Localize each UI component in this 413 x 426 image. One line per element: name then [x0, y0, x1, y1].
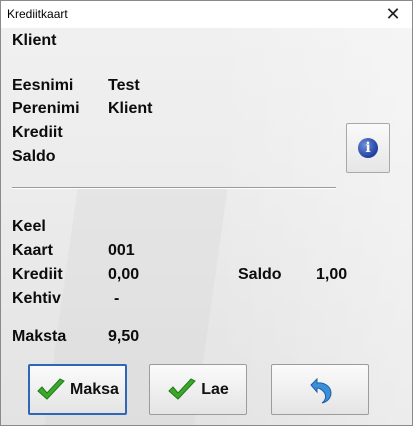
pay-amount-value: 9,50: [108, 328, 140, 345]
valid-value: -: [114, 290, 120, 307]
card-label: Kaart: [12, 242, 53, 259]
card-credit-value: 0,00: [108, 266, 140, 283]
pay-button[interactable]: Maksa: [28, 364, 127, 415]
load-button-label: Lae: [201, 380, 229, 398]
load-button[interactable]: Lae: [149, 364, 247, 415]
window-title: Krediitkaart: [7, 7, 68, 21]
card-credit-label: Krediit: [12, 266, 63, 283]
checkmark-icon: [168, 377, 197, 400]
dialog-body: Klient Eesnimi Test Perenimi Klient Kred…: [1, 28, 412, 425]
undo-arrow-icon: [310, 377, 332, 403]
credit-card-dialog: Krediitkaart ✕ Klient Eesnimi Test Peren…: [0, 0, 413, 426]
info-icon: i: [358, 138, 378, 158]
title-bar: Krediitkaart ✕: [1, 1, 412, 28]
client-credit-label: Krediit: [12, 124, 63, 141]
valid-label: Kehtiv: [12, 290, 61, 307]
divider: [12, 187, 336, 189]
last-name-value: Klient: [108, 100, 153, 117]
client-balance-label: Saldo: [12, 148, 56, 165]
card-balance-label: Saldo: [238, 266, 282, 283]
section-title: Klient: [12, 32, 57, 49]
last-name-label: Perenimi: [12, 100, 80, 117]
checkmark-icon: [37, 377, 65, 400]
pay-button-label: Maksa: [70, 380, 119, 398]
pay-amount-label: Maksta: [12, 328, 67, 345]
first-name-value: Test: [108, 77, 140, 94]
language-label: Keel: [12, 218, 46, 235]
info-button[interactable]: i: [346, 123, 390, 173]
card-number-value: 001: [108, 242, 135, 259]
undo-button[interactable]: [271, 364, 369, 415]
card-balance-value: 1,00: [316, 266, 348, 283]
first-name-label: Eesnimi: [12, 77, 74, 94]
close-icon[interactable]: ✕: [382, 3, 404, 25]
